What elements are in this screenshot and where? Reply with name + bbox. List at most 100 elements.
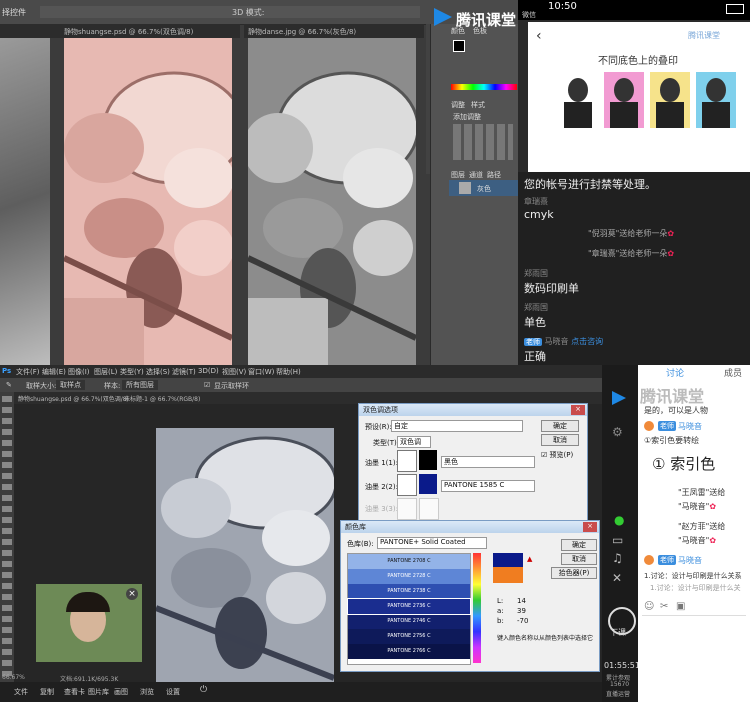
doc-tab-left[interactable] [0, 24, 60, 38]
screen-share-icon[interactable]: ▭ [612, 533, 623, 547]
hue-slider[interactable] [473, 553, 481, 663]
menu-select[interactable]: 选择(S) [146, 367, 170, 377]
close-icon[interactable]: × [571, 405, 585, 415]
panel-tab-styles[interactable]: 样式 [471, 100, 485, 110]
color-library-dialog: 颜色库 × 色库(B): PANTONE+ Solid Coated PANTO… [340, 520, 600, 672]
emoji-icon[interactable]: ☺ [644, 601, 654, 612]
ok-button[interactable]: 确定 [561, 539, 597, 551]
swatch-row[interactable]: PANTONE 2728 C [348, 569, 470, 584]
menu-help[interactable]: 帮助(H) [276, 367, 301, 377]
flower-icon: ✿ [709, 502, 717, 511]
mute-icon[interactable]: ✕ [612, 571, 622, 585]
old-color-preview [493, 567, 523, 583]
adjustment-icons[interactable] [453, 124, 513, 160]
settings-icon[interactable]: ⚙ [612, 425, 623, 439]
taskbar-item[interactable]: 画图 [114, 687, 128, 697]
sample-select[interactable]: 所有图层 [122, 380, 158, 390]
classroom-tabs: 讨论 成员(2 [638, 365, 750, 389]
phone-screen: 10:50 微信 ‹ 腾讯课堂 不同底色上的叠印 您的帐号进行封禁等处理。 章瑞… [518, 0, 750, 365]
chat-input[interactable] [642, 615, 746, 676]
color-spectrum[interactable] [451, 84, 517, 90]
layer-tab-layers[interactable]: 图层 [451, 170, 465, 180]
swatch-list[interactable]: PANTONE 2708 C PANTONE 2728 C PANTONE 27… [347, 553, 471, 665]
type-select[interactable]: 双色调 [397, 436, 431, 448]
cancel-button[interactable]: 取消 [561, 553, 597, 565]
menu-filter[interactable]: 滤镜(T) [172, 367, 196, 377]
canvas-scroll[interactable] [416, 38, 426, 365]
discussion-list[interactable]: 腾讯课堂 是的，可以是人物 老师 马晓音 ①索引色要转绘 ① 索引色 "王凤雷"… [638, 379, 750, 702]
taskbar-item[interactable]: 设置 [166, 687, 180, 697]
taskbar-item[interactable]: 查看卡 [64, 687, 85, 697]
swatch-row[interactable]: PANTONE 2738 C [348, 584, 470, 599]
preview-label: 预览(P) [549, 451, 574, 459]
canvas-duotone-pink[interactable] [64, 38, 232, 365]
type-label: 类型(T): [373, 439, 400, 447]
layer-row[interactable]: 灰色 [449, 180, 519, 196]
layer-tab-channels[interactable]: 通道 [469, 170, 483, 180]
align-tools[interactable] [40, 6, 420, 18]
taskbar-item[interactable]: 复制 [40, 687, 54, 697]
gift-recipient: "马晓音"✿ [678, 501, 716, 512]
ink1-name[interactable]: 黑色 [441, 456, 535, 468]
tool-icons[interactable] [2, 396, 12, 676]
layer-tab-paths[interactable]: 路径 [487, 170, 501, 180]
image-icon[interactable]: ▣ [676, 601, 685, 612]
canvas-grayscale[interactable] [248, 38, 416, 365]
ink2-curve[interactable] [397, 474, 417, 496]
ink1-curve[interactable] [397, 450, 417, 472]
preview-checkbox[interactable]: ☑ 预览(P) [541, 450, 573, 460]
menu-layer[interactable]: 图层(L) [94, 367, 117, 377]
microphone-icon[interactable]: ● [614, 513, 624, 527]
swatch-row[interactable]: PANTONE 2766 C [348, 644, 470, 659]
preset-select[interactable]: 自定 [391, 420, 523, 432]
message-text: ①索引色要转绘 [644, 436, 700, 445]
foreground-color[interactable] [453, 40, 465, 52]
ink2-name[interactable]: PANTONE 1585 C [441, 480, 535, 492]
scissors-icon[interactable]: ✂ [660, 601, 668, 612]
menu-type[interactable]: 类型(Y) [120, 367, 144, 377]
panel-tab-adjust[interactable]: 调整 [451, 100, 465, 110]
swatch-row[interactable]: PANTONE 2756 C [348, 629, 470, 644]
gift-notice: "倪羽莫"送给老师一朵✿ [588, 228, 674, 239]
doc-tab-danse-label: 静物danse.jpg @ 66.7%(灰色/8) [248, 28, 357, 36]
chat-area[interactable]: 您的帐号进行封禁等处理。 章瑞熹 cmyk "倪羽莫"送给老师一朵✿ "章瑞熹"… [518, 172, 750, 365]
close-icon[interactable]: × [126, 588, 138, 600]
gamut-warning-icon[interactable]: ▲ [527, 555, 532, 563]
flower-icon: ✿ [709, 536, 717, 545]
ok-button[interactable]: 确定 [541, 420, 579, 432]
taskbar-item[interactable]: 文件 [14, 687, 28, 697]
close-icon[interactable]: × [583, 522, 597, 532]
taskbar-item[interactable]: 图片库 [88, 687, 109, 697]
end-class-label[interactable]: 下课 [610, 627, 626, 638]
doc-tab-danse[interactable]: 静物danse.jpg @ 66.7%(灰色/8) [244, 24, 424, 38]
ink1-swatch[interactable] [419, 450, 437, 470]
menu-window[interactable]: 窗口(W) [248, 367, 274, 377]
swatch-row[interactable]: PANTONE 2746 C [348, 614, 470, 629]
menu-edit[interactable]: 编辑(E) [42, 367, 66, 377]
show-ring-checkbox[interactable]: ☑ [204, 381, 210, 389]
color-picker-button[interactable]: 拾色器(P) [551, 567, 597, 579]
doc-tab-untitled[interactable]: 未标题-1 @ 66.7%(RGB/8) [124, 394, 200, 403]
menu-view[interactable]: 视图(V) [222, 367, 246, 377]
menu-file[interactable]: 文件(F) [16, 367, 40, 377]
music-icon[interactable]: ♫ [612, 551, 623, 565]
cancel-button[interactable]: 取消 [541, 434, 579, 446]
canvas-left[interactable] [0, 38, 50, 365]
doc-tab-shuangse-bottom[interactable]: 静物shuangse.psd @ 66.7%(双色调/8) [18, 394, 129, 403]
power-icon[interactable]: ⏻ [200, 685, 207, 695]
menu-3d[interactable]: 3D(D) [198, 367, 219, 375]
book-select[interactable]: PANTONE+ Solid Coated [377, 537, 487, 549]
consult-link[interactable]: 点击咨询 [571, 337, 603, 346]
doc-tab-shuangse[interactable]: 静物shuangse.psd @ 66.7%(双色调/8) [60, 24, 240, 38]
sample-size-select[interactable]: 取样点 [56, 380, 85, 390]
menu-image[interactable]: 图像(I) [68, 367, 90, 377]
ink2-swatch[interactable] [419, 474, 437, 494]
slide-view[interactable]: ‹ 腾讯课堂 不同底色上的叠印 [528, 22, 750, 172]
taskbar-item[interactable]: 浏览 [140, 687, 154, 697]
back-icon[interactable]: ‹ [536, 28, 542, 44]
swatch-row[interactable]: PANTONE 2708 C [348, 554, 470, 569]
canvas-duotone-blue[interactable] [154, 428, 338, 692]
eyedropper-icon[interactable]: ✎ [6, 381, 12, 389]
chat-message: cmyk [524, 208, 554, 221]
swatch-row-selected[interactable]: PANTONE 2736 C [347, 598, 471, 615]
